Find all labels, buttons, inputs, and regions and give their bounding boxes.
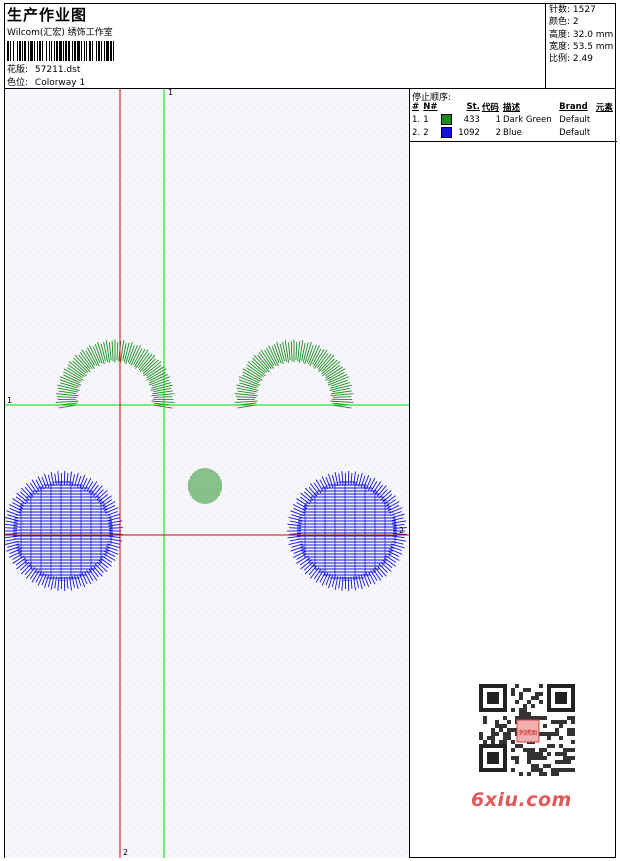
color-swatch	[441, 114, 453, 125]
row-stitches: 1092	[458, 127, 480, 138]
red-horizontal-label: 2	[399, 526, 405, 535]
design-label: 花版:	[7, 65, 29, 75]
col-n: N#	[423, 102, 438, 112]
col-swatch	[440, 101, 454, 113]
row-index: 2.	[412, 127, 421, 138]
col-desc: 描述	[503, 103, 521, 113]
row-n: 1	[423, 114, 429, 125]
green-vertical-label: 1	[168, 89, 174, 97]
stats-panel: 针数: 1527 颜色: 2 高度: 32.0 mm 宽度: 53.5 mm 比…	[545, 4, 616, 88]
row-code: 1	[495, 114, 501, 125]
barcode	[7, 41, 114, 61]
header: 生产作业图 Wilcom(汇宏) 绣饰工作室 花版: 57211.dst 色位:…	[5, 4, 545, 88]
row-stitches: 433	[463, 114, 480, 125]
green-horizontal-label: 1	[7, 396, 13, 405]
row-code: 2	[495, 127, 501, 138]
table-row: 1. 1 433 1 Dark Green Default	[411, 113, 616, 126]
design-value: 57211.dst	[34, 65, 81, 75]
page-title: 生产作业图	[7, 6, 88, 24]
qr-svg: 刺绣图	[471, 680, 583, 785]
stop-sequence-table: # N# St. 代码 描述 Brand 元素 1. 1 433 1 Dark …	[411, 101, 616, 139]
stat-scale: 比例: 2.49	[549, 54, 593, 65]
red-vertical-label: 2	[123, 848, 129, 857]
row-desc: Dark Green	[503, 114, 552, 125]
table-row: 2. 2 1092 2 Blue Default	[411, 126, 616, 139]
table-divider	[410, 141, 617, 142]
colorway-value: Colorway 1	[34, 78, 86, 88]
col-code: 代码	[481, 103, 499, 113]
row-n: 2	[423, 127, 429, 138]
table-header-row: # N# St. 代码 描述 Brand 元素	[411, 101, 616, 113]
col-brand: Brand	[559, 102, 588, 112]
stat-colors: 颜色: 2	[549, 17, 579, 28]
colorway-label: 色位:	[7, 78, 29, 88]
watermark-text: 6xiu.com	[471, 789, 572, 811]
design-file-line: 花版: 57211.dst	[7, 62, 80, 75]
stat-height: 高度: 32.0 mm	[549, 29, 614, 40]
col-index: #	[412, 102, 420, 112]
row-brand: Default	[559, 114, 591, 125]
svg-text:刺绣图: 刺绣图	[519, 729, 537, 737]
stat-stitches: 针数: 1527	[549, 5, 596, 15]
design-svg	[5, 89, 409, 858]
row-desc: Blue	[503, 127, 522, 138]
col-stitches: St.	[466, 102, 480, 112]
row-index: 1.	[412, 114, 421, 125]
colorway-line: 色位: Colorway 1	[7, 75, 85, 88]
color-swatch	[441, 127, 453, 138]
col-element: 元素	[595, 103, 613, 113]
studio-name: Wilcom(汇宏) 绣饰工作室	[7, 28, 113, 38]
stat-width: 宽度: 53.5 mm	[549, 41, 614, 52]
design-canvas: 1 1 2 2	[5, 89, 409, 858]
qr-code: 刺绣图	[471, 680, 583, 805]
row-brand: Default	[559, 127, 591, 138]
